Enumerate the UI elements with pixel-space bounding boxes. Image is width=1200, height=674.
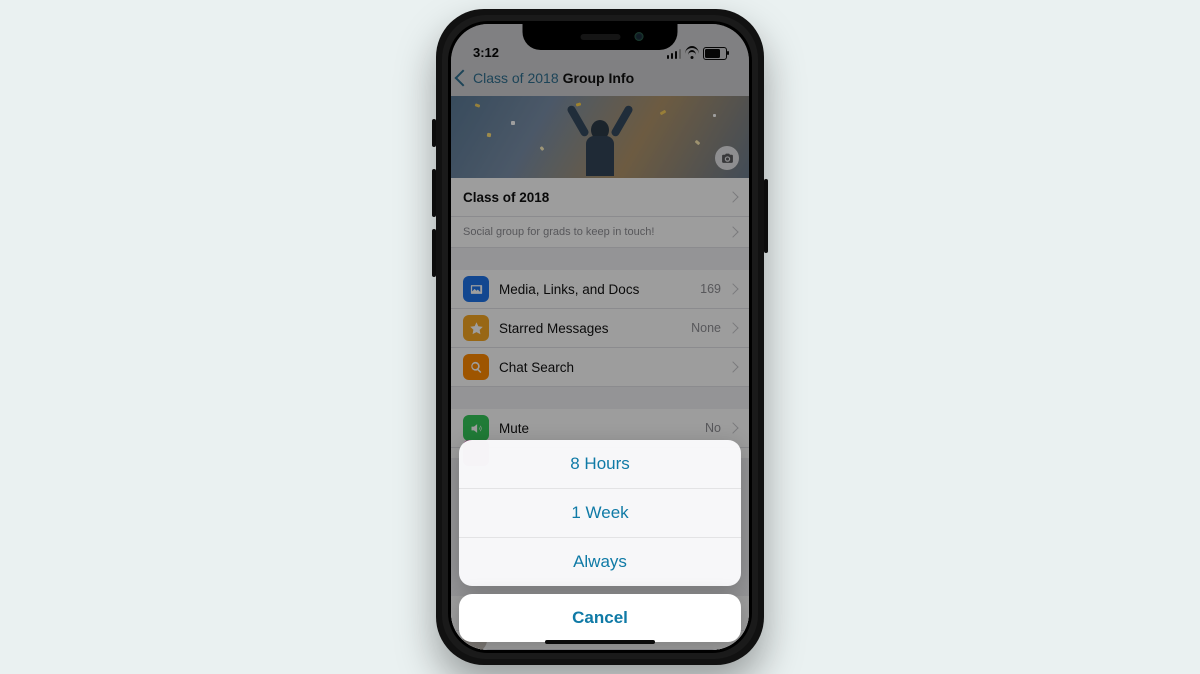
mute-option-1-week[interactable]: 1 Week xyxy=(459,489,741,538)
mute-option-8-hours[interactable]: 8 Hours xyxy=(459,440,741,489)
phone-device-frame: 3:12 Class of 2018 Group Inf xyxy=(436,9,764,665)
cancel-label: Cancel xyxy=(572,608,628,628)
side-button-power xyxy=(764,179,768,253)
phone-screen: 3:12 Class of 2018 Group Inf xyxy=(451,24,749,650)
action-sheet-options: 8 Hours 1 Week Always xyxy=(459,440,741,586)
stage: 3:12 Class of 2018 Group Inf xyxy=(0,0,1200,674)
home-indicator[interactable] xyxy=(545,640,655,644)
side-button-volume-up xyxy=(432,169,436,217)
option-label: Always xyxy=(573,552,627,572)
mute-option-always[interactable]: Always xyxy=(459,538,741,586)
option-label: 8 Hours xyxy=(570,454,630,474)
side-button-volume-down xyxy=(432,229,436,277)
option-label: 1 Week xyxy=(571,503,628,523)
side-button-silence xyxy=(432,119,436,147)
mute-duration-action-sheet: 8 Hours 1 Week Always Cancel xyxy=(459,440,741,642)
cancel-button[interactable]: Cancel xyxy=(459,594,741,642)
